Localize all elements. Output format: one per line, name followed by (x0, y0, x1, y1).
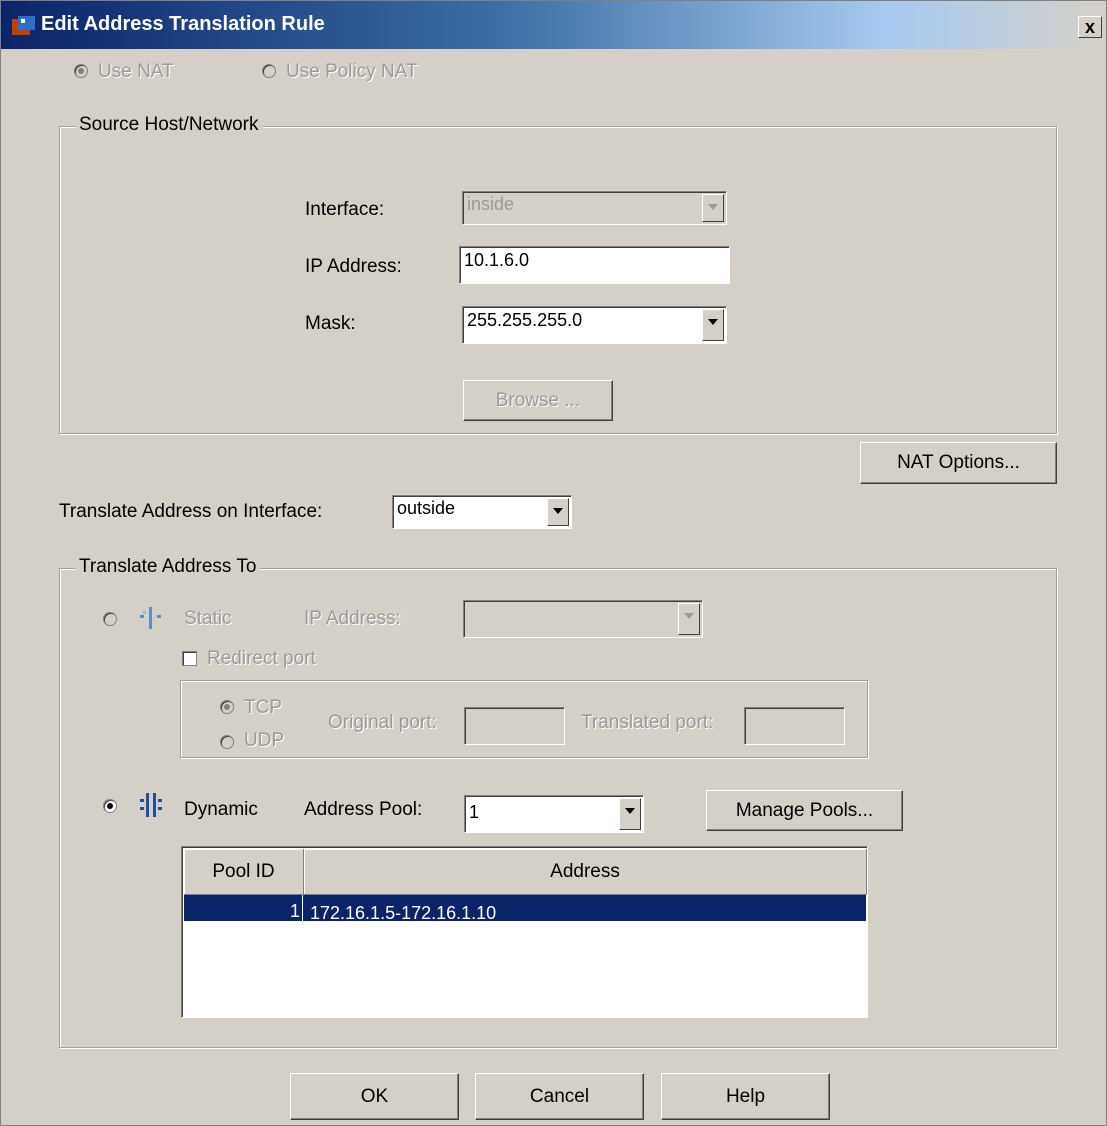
close-icon: x (1084, 17, 1095, 37)
redirect-port-checkbox[interactable] (182, 651, 197, 666)
translate-interface-value: outside (397, 498, 456, 518)
ip-address-label: IP Address: (305, 256, 402, 277)
chevron-down-icon[interactable] (702, 194, 724, 222)
help-button[interactable]: Help (661, 1073, 830, 1120)
translated-port-input[interactable] (744, 707, 845, 745)
dynamic-radio[interactable] (103, 799, 117, 813)
table-row[interactable]: 1 172.16.1.5-172.16.1.10 (184, 895, 866, 921)
chevron-down-icon[interactable] (619, 798, 641, 830)
translate-interface-label: Translate Address on Interface: (59, 501, 323, 522)
use-policy-nat-label: Use Policy NAT (286, 61, 418, 82)
pool-table[interactable]: Pool ID Address 1 172.16.1.5-172.16.1.10 (181, 846, 868, 1018)
dynamic-nat-icon (138, 793, 166, 823)
cancel-button[interactable]: Cancel (475, 1073, 644, 1120)
cell-divider (302, 895, 303, 921)
address-cell: 172.16.1.5-172.16.1.10 (310, 903, 497, 921)
translate-interface-select[interactable]: outside (392, 495, 572, 529)
close-button[interactable]: x (1078, 16, 1102, 38)
column-header-address[interactable]: Address (304, 849, 867, 895)
static-radio[interactable] (103, 612, 117, 626)
static-label: Static (184, 608, 232, 629)
manage-pools-button[interactable]: Manage Pools... (706, 790, 903, 831)
use-policy-nat-radio[interactable] (262, 64, 276, 78)
interface-value: inside (467, 194, 515, 214)
original-port-input[interactable] (464, 707, 565, 745)
app-icon (11, 15, 37, 37)
udp-label: UDP (244, 730, 285, 751)
source-group-legend: Source Host/Network (75, 114, 263, 136)
static-ip-label: IP Address: (304, 608, 401, 629)
use-nat-radio[interactable] (74, 64, 88, 78)
udp-radio[interactable] (220, 735, 234, 749)
address-pool-select[interactable]: 1 (464, 795, 644, 833)
nat-options-button[interactable]: NAT Options... (860, 442, 1057, 484)
chevron-down-icon[interactable] (547, 498, 569, 526)
redirect-port-label: Redirect port (207, 648, 316, 669)
mask-value: 255.255.255.0 (467, 310, 583, 330)
dynamic-label: Dynamic (184, 799, 258, 820)
ok-button[interactable]: OK (290, 1073, 459, 1120)
title-bar[interactable]: Edit Address Translation Rule x (1, 1, 1106, 49)
tcp-radio[interactable] (220, 700, 234, 714)
pool-id-cell: 1 (289, 901, 300, 921)
chevron-down-icon[interactable] (678, 603, 700, 635)
static-ip-select[interactable] (463, 600, 703, 638)
column-header-pool-id[interactable]: Pool ID (184, 849, 304, 895)
use-nat-label: Use NAT (98, 61, 174, 82)
address-pool-label: Address Pool: (304, 799, 423, 820)
tcp-label: TCP (244, 697, 282, 718)
mask-select[interactable]: 255.255.255.0 (462, 306, 727, 344)
interface-select[interactable]: inside (462, 191, 727, 225)
original-port-label: Original port: (328, 712, 437, 733)
address-pool-value: 1 (469, 802, 480, 822)
window-title: Edit Address Translation Rule (41, 13, 325, 35)
translate-to-legend: Translate Address To (75, 556, 261, 578)
translated-port-label: Translated port: (581, 712, 714, 733)
mask-label: Mask: (305, 313, 356, 334)
ip-address-value: 10.1.6.0 (464, 250, 530, 270)
chevron-down-icon[interactable] (702, 309, 724, 341)
dialog-window: Edit Address Translation Rule x Use NAT … (0, 0, 1107, 1126)
interface-label: Interface: (305, 199, 385, 220)
ip-address-input[interactable]: 10.1.6.0 (459, 246, 730, 284)
browse-button[interactable]: Browse ... (463, 380, 613, 421)
static-nat-icon (137, 607, 165, 635)
